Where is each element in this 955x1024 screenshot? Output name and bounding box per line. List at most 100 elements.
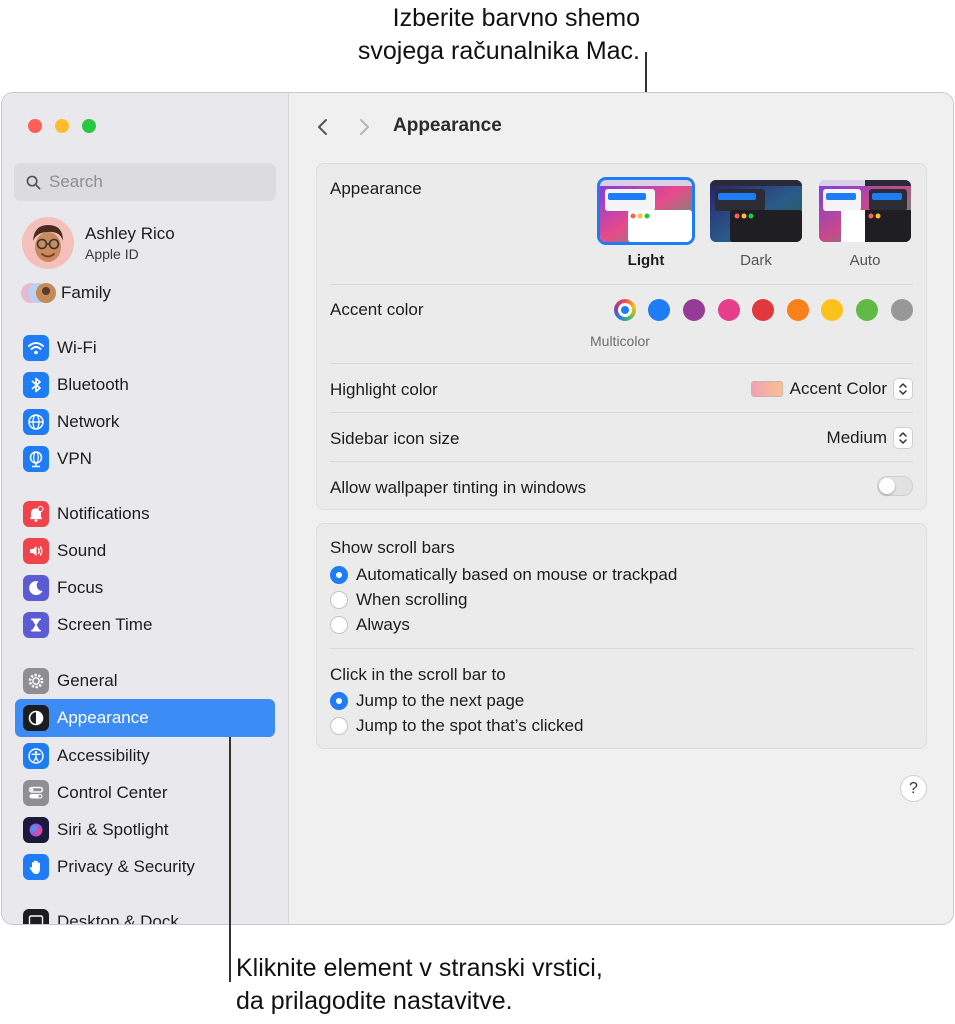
profile-subtitle: Apple ID [85, 246, 139, 262]
sidebar-item-label: Appearance [57, 708, 149, 727]
sidebar-item-screen-time[interactable]: Screen Time [15, 606, 275, 644]
settings-window: Ashley Rico Apple ID Family Wi-Fi Blueto… [1, 92, 954, 925]
sidebar-item-vpn[interactable]: VPN [15, 440, 275, 478]
radio-button[interactable] [330, 717, 348, 735]
close-window-button[interactable] [28, 119, 42, 133]
sidebar-item-label: Notifications [57, 504, 150, 523]
radio-button-selected[interactable] [330, 692, 348, 710]
light-thumbnail [600, 180, 692, 242]
sidebar-item-focus[interactable]: Focus [15, 569, 275, 607]
divider [330, 284, 913, 285]
sidebar-item-appearance[interactable]: Appearance [15, 699, 275, 737]
sidebar-item-label: Network [57, 412, 120, 431]
sidebar-icon-size-value: Medium [826, 428, 887, 447]
sidebar-item-family[interactable]: Family [15, 274, 275, 312]
sidebar-item-bluetooth[interactable]: Bluetooth [15, 366, 275, 404]
radio-when-scrolling[interactable]: When scrolling [330, 590, 468, 610]
accent-selected-label: Multicolor [590, 333, 650, 349]
search-input[interactable] [49, 172, 249, 192]
dark-thumbnail [710, 180, 802, 242]
hand-icon [23, 854, 49, 880]
sidebar-item-label: Control Center [57, 783, 168, 802]
divider [330, 461, 913, 462]
radio-label: Jump to the spot that’s clicked [356, 716, 584, 735]
appearance-option-dark[interactable] [710, 180, 802, 242]
radio-label: Always [356, 615, 410, 634]
bluetooth-icon [23, 372, 49, 398]
sidebar-item-label: Wi-Fi [57, 338, 97, 357]
avatar [22, 217, 74, 269]
family-icon [19, 280, 59, 306]
back-button[interactable] [311, 115, 335, 139]
accent-purple[interactable] [683, 299, 705, 321]
radio-jump-next-page[interactable]: Jump to the next page [330, 691, 524, 711]
radio-jump-spot-clicked[interactable]: Jump to the spot that’s clicked [330, 716, 583, 736]
search-field[interactable] [14, 163, 276, 201]
radio-label: Jump to the next page [356, 691, 525, 710]
sidebar-item-general[interactable]: General [15, 662, 275, 700]
divider [330, 412, 913, 413]
appearance-option-auto[interactable] [819, 180, 911, 242]
minimize-window-button[interactable] [55, 119, 69, 133]
sidebar-item-wifi[interactable]: Wi-Fi [15, 329, 275, 367]
sidebar-item-siri-spotlight[interactable]: Siri & Spotlight [15, 811, 275, 849]
accent-yellow[interactable] [821, 299, 843, 321]
hourglass-icon [23, 612, 49, 638]
highlight-color-value: Accent Color [789, 379, 887, 398]
auto-thumbnail [819, 180, 911, 242]
accent-red[interactable] [752, 299, 774, 321]
sidebar-item-label: Privacy & Security [57, 857, 195, 876]
forward-button[interactable] [352, 115, 376, 139]
memoji-icon [22, 217, 74, 269]
sidebar-item-desktop-dock[interactable]: Desktop & Dock [15, 903, 275, 924]
updown-chevron-icon [893, 427, 913, 449]
chevron-left-icon [318, 119, 327, 135]
accent-green[interactable] [856, 299, 878, 321]
radio-always[interactable]: Always [330, 615, 410, 635]
wifi-icon [23, 335, 49, 361]
accent-blue[interactable] [648, 299, 670, 321]
sidebar-item-privacy-security[interactable]: Privacy & Security [15, 848, 275, 886]
moon-icon [23, 575, 49, 601]
sidebar-item-label: Accessibility [57, 746, 150, 765]
radio-button-selected[interactable] [330, 566, 348, 584]
help-button[interactable]: ? [900, 775, 927, 802]
sidebar-item-label: Screen Time [57, 615, 153, 634]
sidebar-item-control-center[interactable]: Control Center [15, 774, 275, 812]
appearance-option-light[interactable] [597, 177, 695, 245]
sidebar-icon-size-popup[interactable]: Medium [827, 427, 913, 449]
callout-top-line1: Izberite barvno shemo [392, 4, 640, 32]
appearance-option-auto-label: Auto [849, 252, 881, 269]
search-icon [26, 175, 41, 189]
radio-label: Automatically based on mouse or trackpad [356, 565, 678, 584]
wallpaper-tinting-toggle[interactable] [877, 476, 913, 496]
sidebar-item-label: Sound [57, 541, 107, 560]
appearance-label: Appearance [330, 179, 422, 198]
sidebar-item-network[interactable]: Network [15, 403, 275, 441]
sidebar-item-accessibility[interactable]: Accessibility [15, 737, 275, 775]
zoom-window-button[interactable] [82, 119, 96, 133]
radio-button[interactable] [330, 591, 348, 609]
speaker-icon [23, 538, 49, 564]
accent-multicolor[interactable] [614, 299, 636, 321]
apple-id-profile[interactable]: Ashley Rico Apple ID [22, 217, 175, 269]
accent-graphite[interactable] [891, 299, 913, 321]
accent-color-label: Accent color [330, 300, 424, 319]
highlight-color-popup[interactable]: Accent Color [750, 378, 913, 400]
accent-orange[interactable] [787, 299, 809, 321]
sidebar-item-notifications[interactable]: Notifications [15, 495, 275, 533]
callout-bottom: Kliknite element v stranski vrstici, da … [236, 952, 796, 1018]
scroll-bars-group: Show scroll bars Automatically based on … [316, 523, 927, 749]
radio-automatically[interactable]: Automatically based on mouse or trackpad [330, 565, 677, 585]
sidebar-item-sound[interactable]: Sound [15, 532, 275, 570]
callout-bottom-leader [229, 737, 231, 982]
control-center-icon [23, 780, 49, 806]
callout-bottom-line2: da prilagodite nastavitve. [236, 987, 513, 1015]
chevron-right-icon [360, 119, 369, 135]
updown-chevron-icon [893, 378, 913, 400]
accent-pink[interactable] [718, 299, 740, 321]
highlight-color-label: Highlight color [330, 380, 438, 399]
sidebar: Ashley Rico Apple ID Family Wi-Fi Blueto… [2, 93, 289, 924]
highlight-swatch [750, 381, 783, 397]
radio-button[interactable] [330, 616, 348, 634]
